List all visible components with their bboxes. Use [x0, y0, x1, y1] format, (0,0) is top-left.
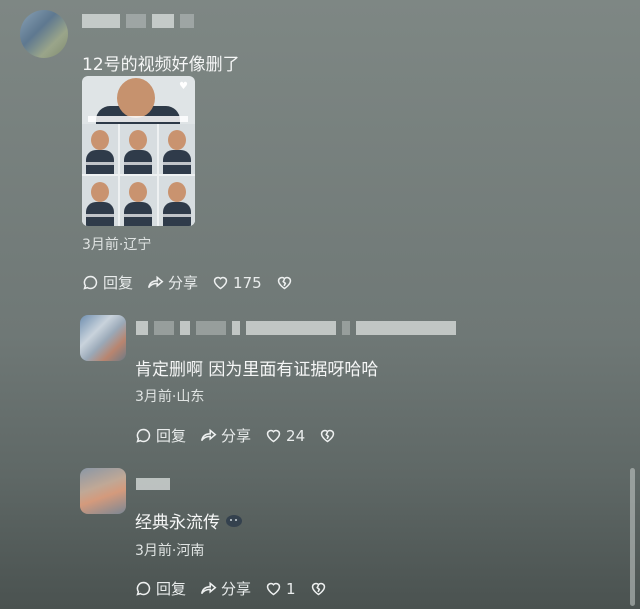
reply-button[interactable]: 回复	[135, 578, 186, 599]
reply-bubble-icon	[83, 275, 98, 290]
comment-actions: 回复 分享 24	[135, 425, 336, 446]
comment-actions: 回复 分享 175	[82, 272, 293, 293]
share-arrow-icon	[200, 581, 217, 595]
comment-text: 肯定删啊 因为里面有证据呀哈哈	[135, 360, 379, 380]
reply-button[interactable]: 回复	[82, 272, 133, 293]
comment-text: 经典永流传	[135, 508, 242, 533]
heart-icon	[266, 582, 281, 596]
username-masked[interactable]	[82, 14, 194, 28]
like-button[interactable]: 24	[265, 427, 305, 445]
share-label: 分享	[221, 427, 252, 445]
dislike-button[interactable]	[319, 427, 336, 444]
comment-meta: 3月前·河南	[135, 543, 205, 559]
avatar[interactable]	[80, 315, 126, 361]
comment-text: 12号的视频好像删了	[82, 55, 240, 75]
share-arrow-icon	[147, 275, 164, 289]
share-button[interactable]: 分享	[147, 272, 198, 293]
broken-heart-icon	[277, 276, 291, 290]
comment-meta: 3月前·辽宁	[82, 237, 152, 253]
reply-label: 回复	[156, 427, 187, 445]
like-button[interactable]: 175	[212, 274, 262, 292]
heart-icon	[213, 276, 228, 290]
reply-label: 回复	[156, 580, 187, 598]
comment-actions: 回复 分享 1	[135, 578, 327, 599]
reply-button[interactable]: 回复	[135, 425, 186, 446]
like-count: 175	[233, 273, 262, 292]
share-label: 分享	[221, 580, 252, 598]
username-masked[interactable]	[136, 321, 456, 335]
like-button[interactable]: 1	[265, 580, 296, 598]
dislike-button[interactable]	[310, 580, 327, 597]
share-label: 分享	[168, 274, 199, 292]
avatar[interactable]	[20, 10, 68, 58]
avatar[interactable]	[80, 468, 126, 514]
share-button[interactable]: 分享	[200, 425, 251, 446]
heart-icon	[266, 429, 281, 443]
like-count: 1	[286, 579, 296, 598]
video-thumbnail[interactable]: ♥	[82, 76, 195, 226]
broken-heart-icon	[311, 582, 325, 596]
share-arrow-icon	[200, 428, 217, 442]
scrollbar[interactable]	[630, 468, 635, 606]
broken-heart-icon	[320, 429, 335, 443]
share-button[interactable]: 分享	[200, 578, 251, 599]
username-masked[interactable]	[136, 478, 170, 490]
comment-text-body: 经典永流传	[135, 513, 220, 533]
reply-label: 回复	[103, 274, 134, 292]
reply-bubble-icon	[136, 581, 151, 596]
reply-bubble-icon	[136, 428, 151, 443]
like-count: 24	[286, 426, 306, 445]
emoji-icon	[226, 514, 242, 527]
heart-icon: ♥	[179, 81, 188, 92]
comment-meta: 3月前·山东	[135, 389, 205, 405]
dislike-button[interactable]	[276, 274, 293, 291]
